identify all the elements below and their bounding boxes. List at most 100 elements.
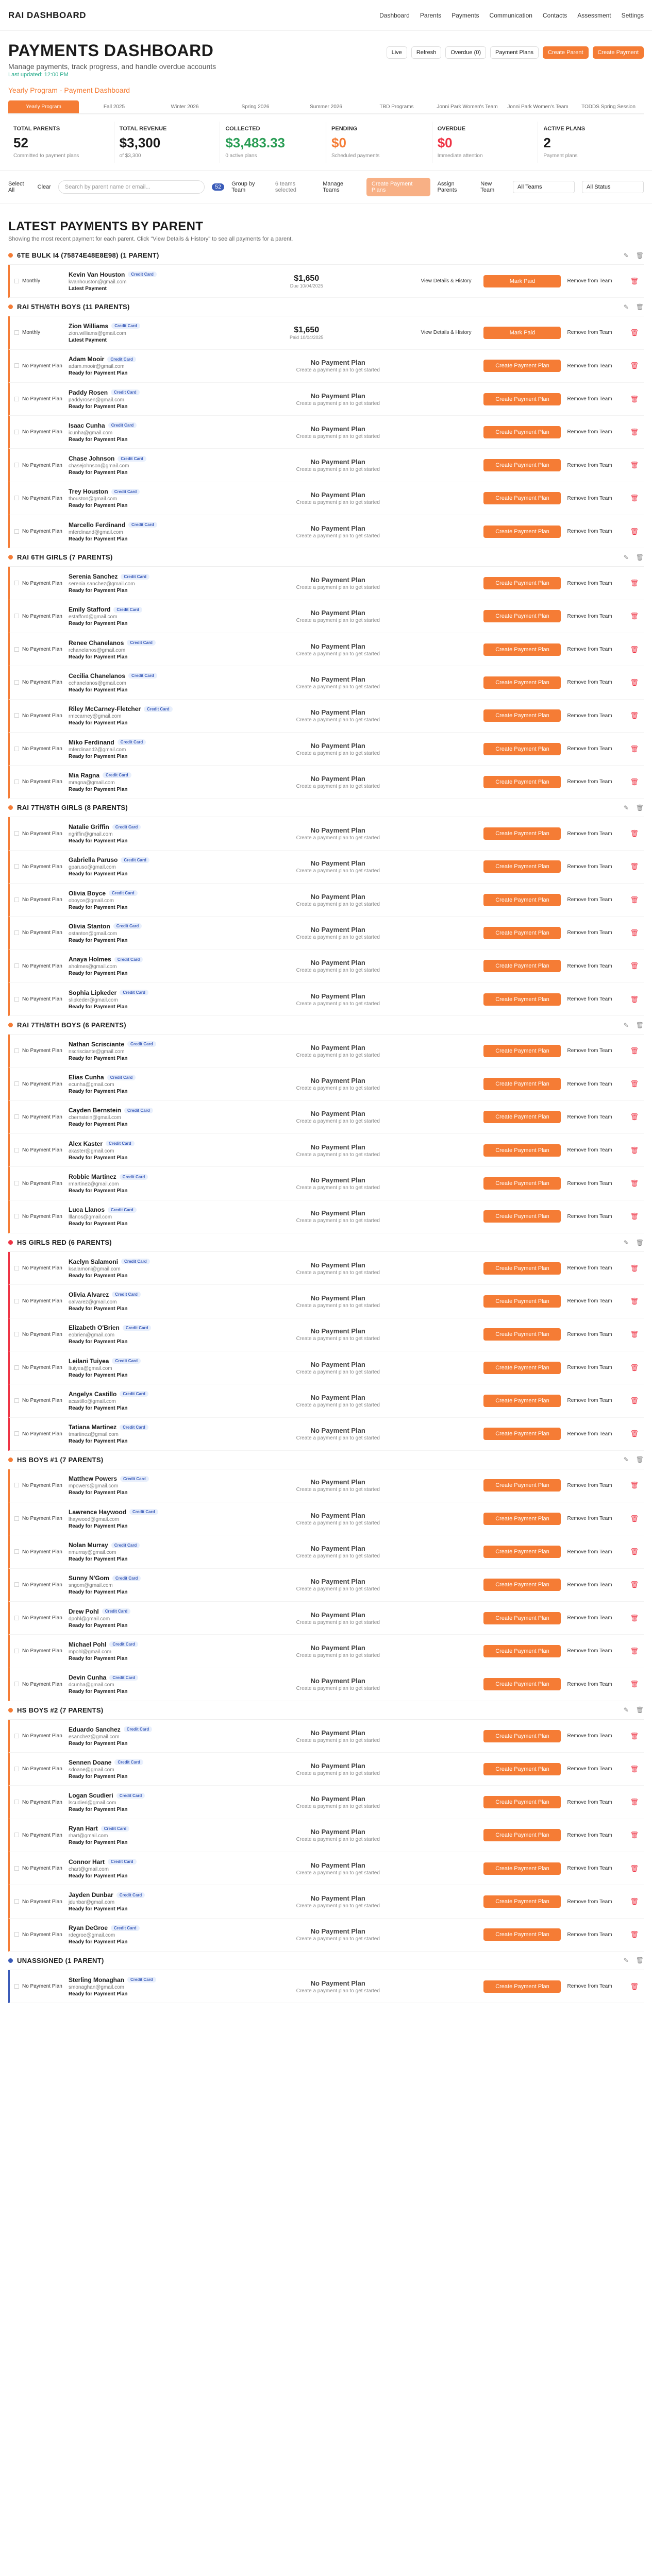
create-payment-plan-button[interactable]: Create Payment Plan: [483, 1295, 561, 1308]
remove-from-team-button[interactable]: Remove from Team: [567, 1081, 624, 1087]
header-action-button[interactable]: Create Payment: [592, 46, 644, 59]
remove-from-team-button[interactable]: Remove from Team: [567, 746, 624, 752]
create-plans-button[interactable]: Create Payment Plans: [366, 178, 430, 196]
create-payment-plan-button[interactable]: Create Payment Plan: [483, 1428, 561, 1440]
create-payment-plan-button[interactable]: Create Payment Plan: [483, 1512, 561, 1525]
delete-team-icon[interactable]: 🗑: [636, 1706, 644, 1714]
trash-icon[interactable]: 🗑: [630, 995, 639, 1004]
trash-icon[interactable]: 🗑: [630, 1080, 639, 1088]
create-payment-plan-button[interactable]: Create Payment Plan: [483, 893, 561, 906]
row-checkbox[interactable]: ☐: [10, 778, 22, 786]
nav-link-contacts[interactable]: Contacts: [543, 12, 567, 19]
create-payment-plan-button[interactable]: Create Payment Plan: [483, 1361, 561, 1374]
remove-from-team-button[interactable]: Remove from Team: [567, 581, 624, 586]
row-checkbox[interactable]: ☐: [10, 1681, 22, 1688]
create-payment-plan-button[interactable]: Create Payment Plan: [483, 426, 561, 438]
row-checkbox[interactable]: ☐: [10, 863, 22, 870]
team-group-header[interactable]: 6TE BULK I4 (75874E48E8E98) (1 PARENT) ✎ 🗑: [8, 246, 644, 265]
remove-from-team-button[interactable]: Remove from Team: [567, 1398, 624, 1403]
row-checkbox[interactable]: ☐: [10, 962, 22, 970]
remove-from-team-button[interactable]: Remove from Team: [567, 614, 624, 619]
remove-from-team-button[interactable]: Remove from Team: [567, 1365, 624, 1370]
team-group-header[interactable]: HS BOYS #2 (7 PARENTS) ✎ 🗑: [8, 1701, 644, 1720]
group-by-team-toggle[interactable]: Group by Team: [231, 181, 268, 193]
program-tab[interactable]: Spring 2026: [220, 100, 291, 113]
delete-team-icon[interactable]: 🗑: [636, 1456, 644, 1463]
create-payment-plan-button[interactable]: Create Payment Plan: [483, 577, 561, 590]
remove-from-team-button[interactable]: Remove from Team: [567, 363, 624, 369]
player-name[interactable]: Trey Houston: [69, 488, 108, 495]
assign-parents-button[interactable]: Assign Parents: [438, 181, 474, 193]
delete-team-icon[interactable]: 🗑: [636, 804, 644, 811]
create-payment-plan-button[interactable]: Create Payment Plan: [483, 492, 561, 505]
delete-team-icon[interactable]: 🗑: [636, 1957, 644, 1964]
row-checkbox[interactable]: ☐: [10, 1080, 22, 1088]
row-checkbox[interactable]: ☐: [10, 1898, 22, 1905]
row-checkbox[interactable]: ☐: [10, 1733, 22, 1740]
program-tab[interactable]: TBD Programs: [361, 100, 432, 113]
row-checkbox[interactable]: ☐: [10, 1265, 22, 1272]
row-checkbox[interactable]: ☐: [10, 1113, 22, 1121]
trash-icon[interactable]: 🗑: [630, 1581, 639, 1589]
remove-from-team-button[interactable]: Remove from Team: [567, 1932, 624, 1938]
player-name[interactable]: Tatiana Martinez: [69, 1423, 116, 1431]
trash-icon[interactable]: 🗑: [630, 1765, 639, 1773]
remove-from-team-button[interactable]: Remove from Team: [567, 864, 624, 870]
trash-icon[interactable]: 🗑: [630, 1146, 639, 1155]
remove-from-team-button[interactable]: Remove from Team: [567, 463, 624, 468]
remove-from-team-button[interactable]: Remove from Team: [567, 1866, 624, 1871]
trash-icon[interactable]: 🗑: [630, 962, 639, 970]
remove-from-team-button[interactable]: Remove from Team: [567, 1147, 624, 1153]
create-payment-plan-button[interactable]: Create Payment Plan: [483, 1762, 561, 1775]
player-name[interactable]: Sterling Monaghan: [69, 1976, 124, 1984]
player-name[interactable]: Marcello Ferdinand: [69, 521, 125, 529]
create-payment-plan-button[interactable]: Create Payment Plan: [483, 1111, 561, 1124]
program-tab[interactable]: Jonni Park Women's Team: [503, 100, 573, 113]
remove-from-team-button[interactable]: Remove from Team: [567, 1733, 624, 1739]
create-payment-plan-button[interactable]: Create Payment Plan: [483, 1829, 561, 1842]
player-name[interactable]: Renee Chanelanos: [69, 639, 124, 647]
player-name[interactable]: Drew Pohl: [69, 1608, 99, 1615]
trash-icon[interactable]: 🗑: [630, 1798, 639, 1806]
new-team-button[interactable]: New Team: [480, 181, 506, 193]
trash-icon[interactable]: 🗑: [630, 829, 639, 838]
status-filter-select[interactable]: All Status: [582, 181, 644, 193]
remove-from-team-button[interactable]: Remove from Team: [567, 1766, 624, 1772]
remove-from-team-button[interactable]: Remove from Team: [567, 1549, 624, 1555]
delete-team-icon[interactable]: 🗑: [636, 554, 644, 561]
remove-from-team-button[interactable]: Remove from Team: [567, 1800, 624, 1805]
remove-from-team-button[interactable]: Remove from Team: [567, 1899, 624, 1905]
edit-team-icon[interactable]: ✎: [624, 1706, 629, 1714]
clear-button[interactable]: Clear: [38, 184, 51, 190]
nav-link-assessment[interactable]: Assessment: [577, 12, 611, 19]
player-name[interactable]: Mia Ragna: [69, 772, 99, 779]
create-payment-plan-button[interactable]: Create Payment Plan: [483, 1862, 561, 1875]
row-checkbox[interactable]: ☐: [10, 996, 22, 1003]
program-tab[interactable]: Summer 2026: [291, 100, 361, 113]
create-payment-plan-button[interactable]: Create Payment Plan: [483, 1262, 561, 1275]
player-name[interactable]: Paddy Rosen: [69, 389, 108, 396]
trash-icon[interactable]: 🗑: [630, 896, 639, 904]
player-name[interactable]: Lawrence Haywood: [69, 1509, 126, 1516]
trash-icon[interactable]: 🗑: [630, 1430, 639, 1438]
row-checkbox[interactable]: ☐: [10, 580, 22, 587]
create-payment-plan-button[interactable]: Create Payment Plan: [483, 827, 561, 840]
player-name[interactable]: Isaac Cunha: [69, 422, 105, 429]
trash-icon[interactable]: 🗑: [630, 1930, 639, 1939]
mark-paid-button[interactable]: Mark Paid: [483, 275, 561, 287]
remove-from-team-button[interactable]: Remove from Team: [567, 831, 624, 837]
remove-from-team-button[interactable]: Remove from Team: [567, 330, 624, 335]
create-payment-plan-button[interactable]: Create Payment Plan: [483, 1144, 561, 1157]
trash-icon[interactable]: 🗑: [630, 1264, 639, 1273]
remove-from-team-button[interactable]: Remove from Team: [567, 930, 624, 936]
remove-from-team-button[interactable]: Remove from Team: [567, 429, 624, 435]
player-name[interactable]: Sunny N'Gom: [69, 1574, 109, 1582]
create-payment-plan-button[interactable]: Create Payment Plan: [483, 1645, 561, 1657]
player-name[interactable]: Angelys Castillo: [69, 1391, 116, 1398]
row-checkbox[interactable]: ☐: [10, 495, 22, 502]
create-payment-plan-button[interactable]: Create Payment Plan: [483, 1730, 561, 1742]
player-name[interactable]: Olivia Boyce: [69, 890, 106, 897]
edit-team-icon[interactable]: ✎: [624, 1957, 629, 1964]
row-checkbox[interactable]: ☐: [10, 1799, 22, 1806]
create-payment-plan-button[interactable]: Create Payment Plan: [483, 775, 561, 788]
